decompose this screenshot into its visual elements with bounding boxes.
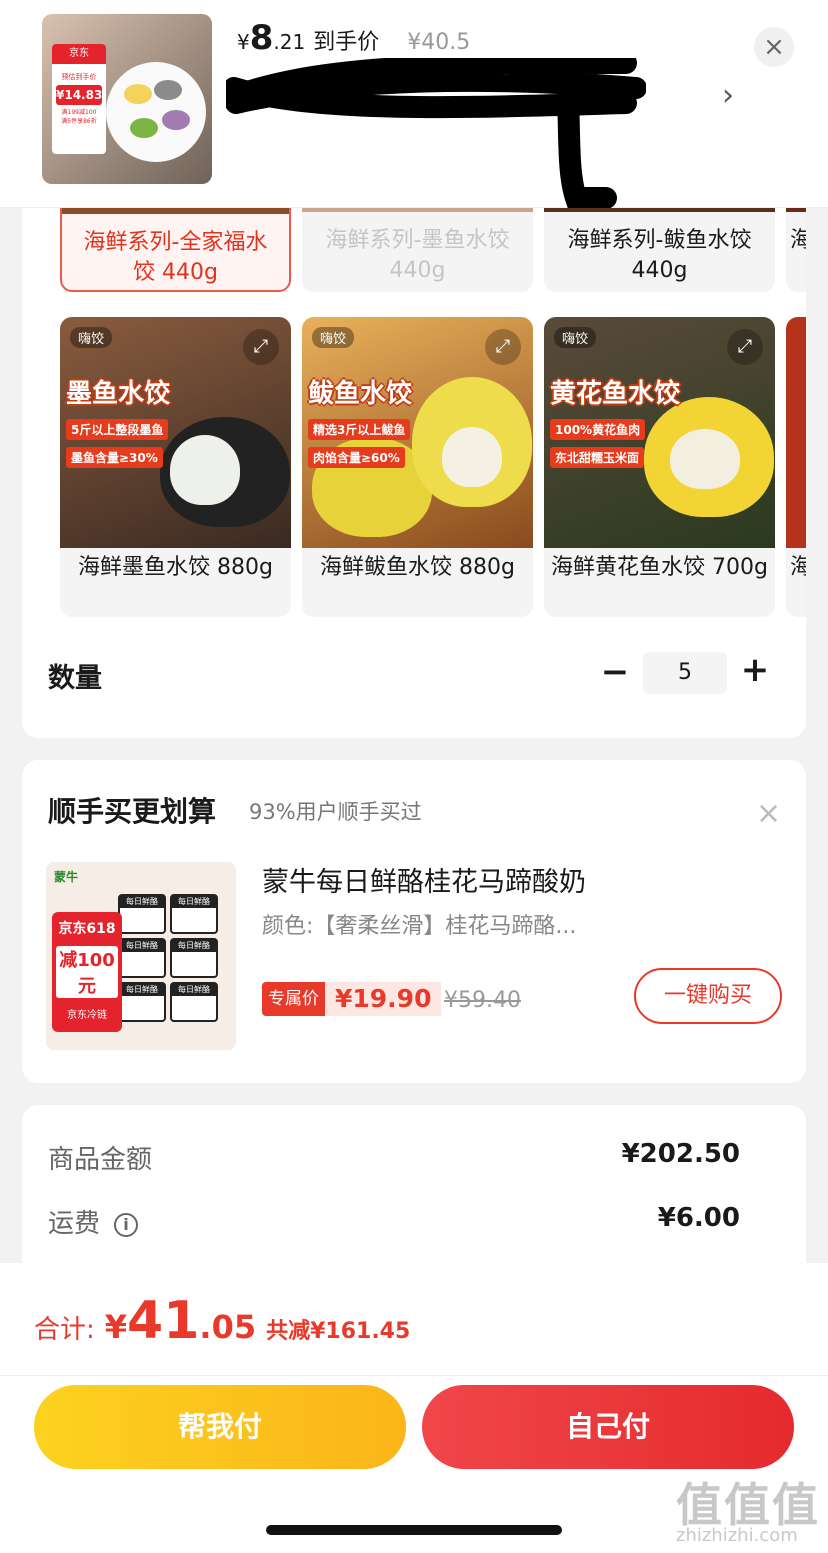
thumbnail-promo-1: 满199减100 bbox=[61, 109, 97, 116]
upsell-product-name[interactable]: 蒙牛每日鲜酪桂花马蹄酸奶 bbox=[262, 860, 586, 899]
mengniu-logo: 蒙牛 bbox=[54, 870, 79, 884]
variant-option-yellow-croaker-700[interactable]: 嗨饺 ⤢ 黄花鱼水饺 100%黄花鱼肉 东北甜糯玉米面 海鲜黄花鱼水饺 700g bbox=[544, 317, 775, 617]
variant-label: 海鲜系列-鲅鱼水饺 440g bbox=[567, 228, 752, 283]
home-indicator[interactable] bbox=[266, 1525, 562, 1535]
image-tag: 100%黄花鱼肉 bbox=[550, 419, 646, 440]
total-saved: 共减¥161.45 bbox=[266, 1319, 411, 1344]
price-currency: ¥ bbox=[237, 30, 250, 54]
yellow-croaker-dumpling-image: 嗨饺 ⤢ 黄花鱼水饺 100%黄花鱼肉 东北甜糯玉米面 bbox=[544, 317, 775, 548]
checkout-bar: 合计: ¥ 41 .05 共减¥161.45 帮我付 自己付 值值值 zhizh… bbox=[0, 1263, 828, 1553]
variant-label: 海鲜系列-全家福水饺 440g bbox=[83, 230, 268, 285]
upsell-original-price: ¥59.40 bbox=[444, 988, 521, 1013]
image-tag: 墨鱼含量≥30% bbox=[66, 447, 163, 468]
total-integer: 41 bbox=[127, 1291, 200, 1351]
chevron-right-icon[interactable]: › bbox=[722, 78, 734, 113]
brand-badge: 嗨饺 bbox=[554, 327, 597, 348]
quantity-label: 数量 bbox=[48, 663, 102, 694]
price-integer: 8 bbox=[249, 18, 274, 58]
total-label: 合计: bbox=[34, 1315, 95, 1345]
variant-label: 海鲜系列-墨鱼水饺 440g bbox=[325, 228, 510, 283]
variant-option-more-2[interactable]: 海 bbox=[786, 317, 806, 617]
total-currency: ¥ bbox=[104, 1308, 128, 1346]
product-header: 京东 预估到手价 ¥14.83 满199减100 满5件享86折 ¥8.21 到手… bbox=[0, 0, 828, 208]
divider bbox=[0, 1375, 828, 1376]
upsell-subtitle: 93%用户顺手买过 bbox=[249, 800, 422, 824]
thumbnail-brand: 京东 bbox=[52, 44, 106, 64]
pay-myself-button[interactable]: 自己付 bbox=[422, 1385, 794, 1469]
variant-image bbox=[786, 317, 806, 548]
redaction-scribble bbox=[226, 58, 646, 208]
thumbnail-price-label: 预估到手价 bbox=[61, 73, 97, 81]
final-price: ¥8.21 到手价 ¥40.5 bbox=[237, 18, 470, 58]
info-icon[interactable]: i bbox=[114, 1212, 139, 1237]
image-tag: 5斤以上整段墨鱼 bbox=[66, 419, 169, 440]
expand-icon[interactable]: ⤢ bbox=[727, 329, 763, 365]
quantity-increase-button[interactable]: + bbox=[738, 650, 772, 690]
close-icon[interactable]: × bbox=[754, 27, 794, 67]
upsell-price: ¥19.90 bbox=[325, 982, 442, 1016]
image-tag: 精选3斤以上鲅鱼 bbox=[308, 419, 411, 440]
expand-icon[interactable]: ⤢ bbox=[243, 329, 279, 365]
upsell-price-box: 专属价 ¥19.90 bbox=[262, 982, 442, 1016]
image-title: 墨鱼水饺 bbox=[66, 379, 171, 409]
dumpling-plate-image bbox=[106, 62, 206, 162]
total-price: 合计: ¥ 41 .05 共减¥161.45 bbox=[34, 1291, 410, 1351]
expand-icon[interactable]: ⤢ bbox=[485, 329, 521, 365]
shipping-label: 运费 bbox=[48, 1209, 101, 1239]
variant-option-mackerel-880[interactable]: 嗨饺 ⤢ 鲅鱼水饺 精选3斤以上鲅鱼 肉馅含量≥60% 海鲜鲅鱼水饺 880g bbox=[302, 317, 533, 617]
cuttlefish-dumpling-image: 嗨饺 ⤢ 墨鱼水饺 5斤以上整段墨鱼 墨鱼含量≥30% bbox=[60, 317, 291, 548]
shipping-label-row: 运费 i bbox=[48, 1203, 139, 1240]
variant-selection-card: 海鲜系列-全家福水饺 440g 海鲜系列-墨鱼水饺 440g 海鲜系列-鲅鱼水饺… bbox=[22, 190, 806, 738]
upsell-title: 顺手买更划算 bbox=[48, 795, 217, 828]
image-title: 鲅鱼水饺 bbox=[308, 379, 413, 409]
one-click-buy-button[interactable]: 一键购买 bbox=[634, 968, 782, 1024]
thumbnail-promo-2: 满5件享86折 bbox=[61, 118, 97, 125]
total-decimal: .05 bbox=[199, 1308, 257, 1346]
upsell-close-icon[interactable]: × bbox=[756, 796, 781, 831]
variant-option-cuttlefish-880[interactable]: 嗨饺 ⤢ 墨鱼水饺 5斤以上整段墨鱼 墨鱼含量≥30% 海鲜墨鱼水饺 880g bbox=[60, 317, 291, 617]
upsell-card: 顺手买更划算 93%用户顺手买过 × 蒙牛 每日鲜酪 每日鲜酪 每日鲜酪 每日鲜… bbox=[22, 760, 806, 1083]
yogurt-product-image[interactable]: 蒙牛 每日鲜酪 每日鲜酪 每日鲜酪 每日鲜酪 每日鲜酪 每日鲜酪 京东618 减… bbox=[46, 862, 236, 1050]
exclusive-price-tag: 专属价 bbox=[262, 982, 325, 1016]
shipping-value: ¥6.00 bbox=[657, 1203, 740, 1233]
variant-label: 海鲜鲅鱼水饺 880g bbox=[320, 555, 515, 580]
original-price: ¥40.5 bbox=[407, 30, 471, 55]
variant-label: 海鲜墨鱼水饺 880g bbox=[78, 555, 273, 580]
image-tag: 东北甜糯玉米面 bbox=[550, 447, 645, 468]
price-label: 到手价 bbox=[313, 30, 380, 55]
product-thumbnail: 京东 预估到手价 ¥14.83 满199减100 满5件享86折 bbox=[42, 14, 212, 184]
variant-label: 海鲜黄花鱼水饺 700g bbox=[551, 555, 768, 580]
image-title: 黄花鱼水饺 bbox=[550, 379, 681, 409]
thumbnail-price: ¥14.83 bbox=[56, 85, 102, 105]
thumbnail-price-tag: 京东 预估到手价 ¥14.83 满199减100 满5件享86折 bbox=[52, 44, 106, 154]
goods-amount-label: 商品金额 bbox=[48, 1145, 153, 1175]
quantity-decrease-button[interactable]: − bbox=[600, 652, 630, 692]
quantity-input[interactable]: 5 bbox=[643, 652, 727, 694]
variant-label: 海 bbox=[790, 555, 806, 580]
promo-badge: 京东618 减100元 京东冷链 bbox=[52, 912, 122, 1032]
upsell-product-spec: 颜色:【奢柔丝滑】桂花马蹄酪... bbox=[262, 914, 577, 939]
variant-label: 海 bbox=[790, 228, 806, 253]
watermark-domain: zhizhizhi.com bbox=[676, 1525, 798, 1546]
image-tag: 肉馅含量≥60% bbox=[308, 447, 405, 468]
mackerel-dumpling-image: 嗨饺 ⤢ 鲅鱼水饺 精选3斤以上鲅鱼 肉馅含量≥60% bbox=[302, 317, 533, 548]
brand-badge: 嗨饺 bbox=[312, 327, 355, 348]
brand-badge: 嗨饺 bbox=[70, 327, 113, 348]
help-me-pay-button[interactable]: 帮我付 bbox=[34, 1385, 406, 1469]
price-decimal: .21 bbox=[273, 30, 306, 54]
goods-amount-value: ¥202.50 bbox=[621, 1139, 740, 1169]
